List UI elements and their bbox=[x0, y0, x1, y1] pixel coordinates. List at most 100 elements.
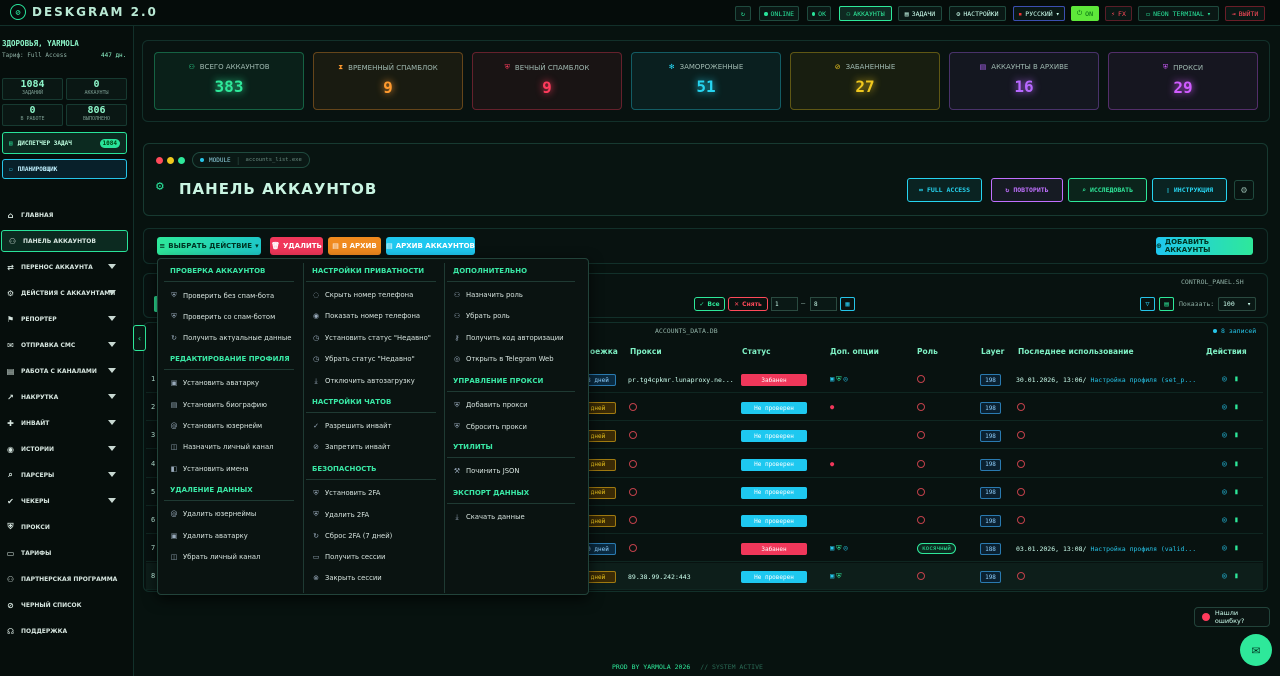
sidebar-item-9[interactable]: ✚ ИНВАЙТ bbox=[0, 412, 134, 434]
sidebar-item-6[interactable]: ✉ ОТПРАВКА СМС bbox=[0, 334, 134, 356]
menu-item[interactable]: ▣ Удалить аватарку bbox=[170, 532, 248, 540]
planner-button[interactable]: ▭ ПЛАНИРОВЩИК bbox=[2, 159, 127, 179]
archive-accounts-button[interactable]: ▤ АРХИВ АККАУНТОВ bbox=[386, 237, 475, 255]
reset-selection-button[interactable]: ✕ Снять bbox=[728, 297, 768, 311]
globe-icon[interactable]: ◎ bbox=[1222, 374, 1227, 383]
sidebar-item-4[interactable]: ⚙ ДЕЙСТВИЯ С АККАУНТАМИ bbox=[0, 282, 134, 304]
dispatcher-button[interactable]: ▤ ДИСПЕТЧЕР ЗАДАЧ 1084 bbox=[2, 132, 127, 154]
filter-button[interactable]: ▽ bbox=[1140, 297, 1155, 311]
last-used-action[interactable]: Настройка профиля (valid... bbox=[1090, 545, 1196, 553]
app-logo[interactable]: ⊘ DESKGRAM 2.0 bbox=[10, 4, 158, 20]
fx-toggle[interactable]: ⚡ FX bbox=[1105, 6, 1132, 21]
language-select[interactable]: ▪ РУССКИЙ ▾ bbox=[1013, 6, 1065, 21]
add-accounts-button[interactable]: ⊕ ДОБАВИТЬ АККАУНТЫ bbox=[1156, 237, 1253, 255]
stats-icon[interactable]: ▮ bbox=[1234, 459, 1239, 468]
menu-item[interactable]: ⛨ Проверить без спам-бота bbox=[170, 291, 274, 300]
globe-icon[interactable]: ◎ bbox=[1222, 571, 1227, 580]
globe-icon[interactable]: ◎ bbox=[1222, 402, 1227, 411]
header-button-3[interactable]: ⌕ ИССЛЕДОВАТЬ bbox=[1068, 178, 1147, 202]
logout-button[interactable]: ⇥ ВЫЙТИ bbox=[1225, 6, 1265, 21]
sidebar-item-10[interactable]: ◉ ИСТОРИИ bbox=[0, 438, 134, 460]
lightning-icon: ⚡ bbox=[1111, 9, 1116, 18]
sidebar-item-14[interactable]: ▭ ТАРИФЫ bbox=[0, 542, 134, 564]
chat-button[interactable]: ✉ bbox=[1240, 634, 1272, 666]
collapse-sidebar-button[interactable]: ‹ bbox=[133, 325, 146, 351]
globe-icon[interactable]: ◎ bbox=[1222, 430, 1227, 439]
menu-item[interactable]: ⊗ Закрыть сессии bbox=[312, 574, 382, 582]
menu-item[interactable]: ⛨ Удалить 2FA bbox=[312, 510, 369, 519]
stats-icon[interactable]: ▮ bbox=[1234, 487, 1239, 496]
settings-tab[interactable]: ⚙ НАСТРОЙКИ bbox=[949, 6, 1006, 21]
accounts-tab[interactable]: ⚇ АККАУНТЫ bbox=[839, 6, 892, 21]
menu-item[interactable]: ◫ Убрать личный канал bbox=[170, 553, 261, 561]
theme-select[interactable]: ▭ NEON TERMINAL ▾ bbox=[1138, 6, 1219, 21]
menu-item[interactable]: @ Удалить юзернеймы bbox=[170, 510, 257, 518]
select-all-button[interactable]: ✓ Все bbox=[694, 297, 725, 311]
sidebar-item-16[interactable]: ⊘ ЧЕРНЫЙ СПИСОК bbox=[0, 594, 134, 616]
menu-item[interactable]: ◉ Показать номер телефона bbox=[312, 312, 420, 320]
sidebar-item-2[interactable]: ⚇ ПАНЕЛЬ АККАУНТОВ bbox=[1, 230, 128, 252]
page-size-select[interactable]: 100 ▾ bbox=[1218, 297, 1256, 311]
menu-item[interactable]: ⤓ Отключить автозагрузку bbox=[312, 377, 414, 386]
sidebar-item-8[interactable]: ↗ НАКРУТКА bbox=[0, 386, 134, 408]
delete-button[interactable]: 🗑 УДАЛИТЬ bbox=[270, 237, 323, 255]
menu-item[interactable]: ⊘ Запретить инвайт bbox=[312, 443, 390, 451]
sidebar-item-17[interactable]: ☊ ПОДДЕРЖКА bbox=[0, 620, 134, 642]
power-toggle[interactable]: ⏻ ON bbox=[1071, 6, 1099, 21]
menu-item[interactable]: ⤓ Скачать данные bbox=[453, 513, 524, 522]
stats-icon[interactable]: ▮ bbox=[1234, 402, 1239, 411]
bug-report-button[interactable]: Нашли ошибку? bbox=[1194, 607, 1270, 627]
panel-settings-button[interactable]: ⚙ bbox=[1234, 180, 1254, 200]
apply-range-button[interactable]: ▦ bbox=[840, 297, 855, 311]
sidebar-item-7[interactable]: ▤ РАБОТА С КАНАЛАМИ bbox=[0, 360, 134, 382]
menu-item[interactable]: ◷ Установить статус "Недавно" bbox=[312, 334, 431, 342]
menu-item[interactable]: @ Установить юзернейм bbox=[170, 422, 263, 430]
stats-icon[interactable]: ▮ bbox=[1234, 430, 1239, 439]
header-button-1[interactable]: ∞ FULL ACCESS bbox=[907, 178, 982, 202]
menu-item[interactable]: ⛨ Добавить прокси bbox=[453, 401, 527, 410]
sidebar-item-12[interactable]: ✔ ЧЕКЕРЫ bbox=[0, 490, 134, 512]
menu-item[interactable]: ⚇ Назначить роль bbox=[453, 291, 523, 299]
sidebar-item-11[interactable]: ⌕ ПАРСЕРЫ bbox=[0, 464, 134, 486]
menu-item[interactable]: ▭ Получить сессии bbox=[312, 553, 386, 561]
sidebar-item-13[interactable]: ⛨ ПРОКСИ bbox=[0, 516, 134, 538]
to-archive-button[interactable]: ▤ В АРХИВ bbox=[328, 237, 381, 255]
menu-item[interactable]: ◷ Убрать статус "Недавно" bbox=[312, 355, 415, 363]
globe-icon[interactable]: ◎ bbox=[1222, 487, 1227, 496]
header-button-2[interactable]: ↻ ПОВТОРИТЬ bbox=[991, 178, 1063, 202]
menu-item[interactable]: ⛨ Установить 2FA bbox=[312, 489, 380, 498]
menu-item[interactable]: ⚇ Убрать роль bbox=[453, 312, 510, 320]
tasks-tab[interactable]: ▤ ЗАДАЧИ bbox=[898, 6, 942, 21]
globe-icon[interactable]: ◎ bbox=[1222, 515, 1227, 524]
refresh-icon[interactable]: ↻ bbox=[735, 6, 751, 21]
stats-icon[interactable]: ▮ bbox=[1234, 571, 1239, 580]
stats-icon[interactable]: ▮ bbox=[1234, 374, 1239, 383]
menu-item[interactable]: ↻ Сброс 2FA (7 дней) bbox=[312, 532, 392, 540]
menu-item[interactable]: ◌ Скрыть номер телефона bbox=[312, 291, 413, 299]
menu-item[interactable]: ▣ Установить аватарку bbox=[170, 379, 259, 387]
stats-icon[interactable]: ▮ bbox=[1234, 515, 1239, 524]
menu-item[interactable]: ⚷ Получить код авторизации bbox=[453, 334, 563, 342]
select-action-button[interactable]: ≡ ВЫБРАТЬ ДЕЙСТВИЕ ▾ bbox=[157, 237, 261, 255]
menu-item[interactable]: ◎ Открыть в Telegram Web bbox=[453, 355, 554, 363]
header-button-4[interactable]: ▯ ИНСТРУКЦИЯ bbox=[1152, 178, 1227, 202]
menu-item[interactable]: ↻ Получить актуальные данные bbox=[170, 334, 291, 342]
menu-item[interactable]: ⛨ Проверить со спам-ботом bbox=[170, 312, 275, 321]
globe-icon[interactable]: ◎ bbox=[1222, 543, 1227, 552]
columns-button[interactable]: ▤ bbox=[1159, 297, 1174, 311]
sidebar-item-15[interactable]: ⚇ ПАРТНЕРСКАЯ ПРОГРАММА bbox=[0, 568, 134, 590]
menu-item[interactable]: ⛨ Сбросить прокси bbox=[453, 422, 527, 431]
sidebar-item-1[interactable]: ⌂ ГЛАВНАЯ bbox=[0, 204, 134, 226]
menu-item[interactable]: ✓ Разрешить инвайт bbox=[312, 422, 391, 430]
globe-icon[interactable]: ◎ bbox=[1222, 459, 1227, 468]
range-from-input[interactable] bbox=[771, 297, 798, 311]
menu-item[interactable]: ◫ Назначить личный канал bbox=[170, 443, 274, 451]
menu-item[interactable]: ▤ Установить биографию bbox=[170, 401, 267, 409]
last-used-action[interactable]: Настройка профиля (set_p... bbox=[1090, 376, 1196, 384]
stats-icon[interactable]: ▮ bbox=[1234, 543, 1239, 552]
range-to-input[interactable] bbox=[810, 297, 837, 311]
menu-item[interactable]: ⚒ Починить JSON bbox=[453, 467, 520, 475]
sidebar-item-3[interactable]: ⇄ ПЕРЕНОС АККАУНТА bbox=[0, 256, 134, 278]
sidebar-item-5[interactable]: ⚑ РЕПОРТЕР bbox=[0, 308, 134, 330]
menu-item[interactable]: ◧ Установить имена bbox=[170, 465, 249, 473]
